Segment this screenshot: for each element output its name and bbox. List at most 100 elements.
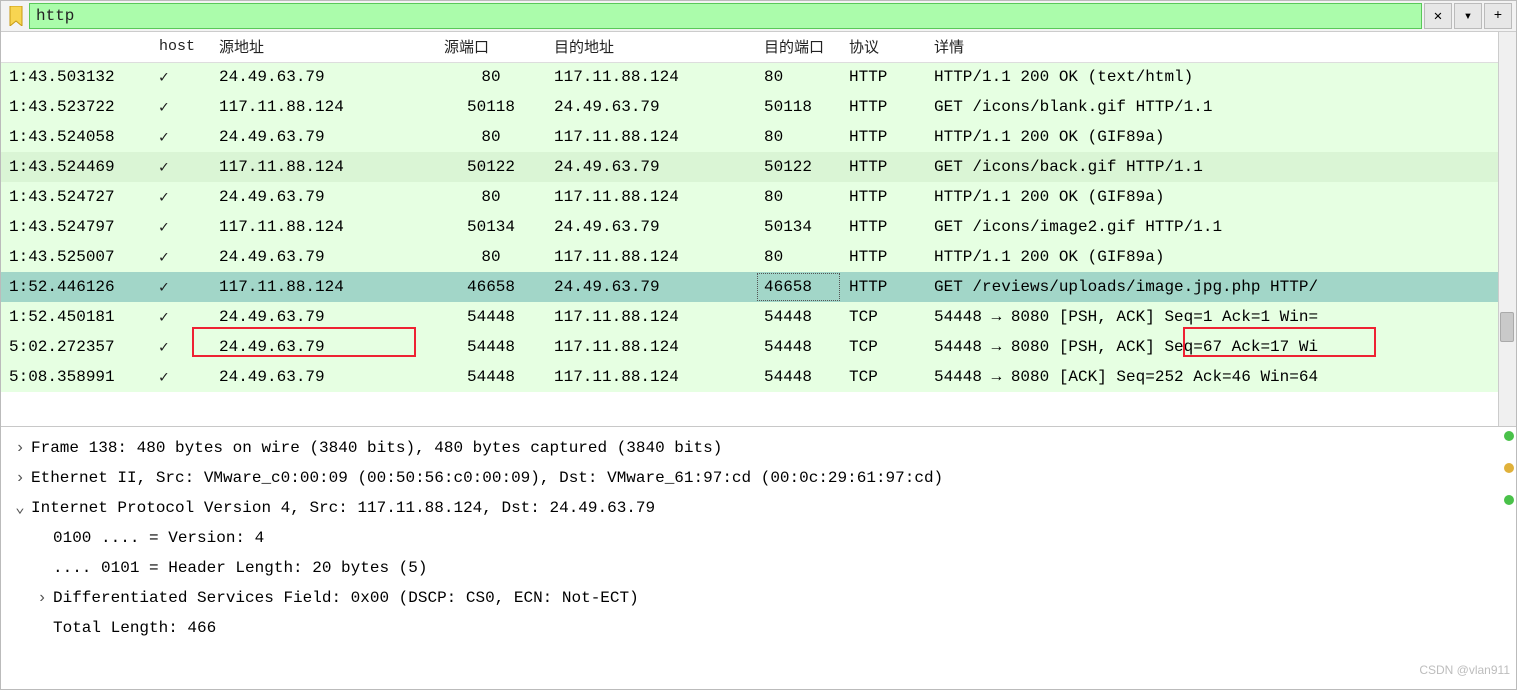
table-cell: 24.49.63.79 <box>546 92 756 122</box>
minimap-dots <box>1504 431 1514 505</box>
table-cell: 80 <box>756 242 841 272</box>
table-row[interactable]: 1:43.503132✓24.49.63.7980117.11.88.12480… <box>1 62 1498 92</box>
tree-ip[interactable]: ⌄ Internet Protocol Version 4, Src: 117.… <box>9 493 1508 523</box>
tree-frame[interactable]: › Frame 138: 480 bytes on wire (3840 bit… <box>9 433 1508 463</box>
table-cell: 1:43.524797 <box>1 212 151 242</box>
col-proto[interactable]: 协议 <box>841 32 926 62</box>
table-cell: 117.11.88.124 <box>546 362 756 392</box>
table-cell: 24.49.63.79 <box>211 62 436 92</box>
table-cell: 80 <box>756 122 841 152</box>
table-cell: 117.11.88.124 <box>546 62 756 92</box>
table-cell: 50118 <box>756 92 841 122</box>
table-cell: 1:43.523722 <box>1 92 151 122</box>
table-cell: 1:52.450181 <box>1 302 151 332</box>
table-row[interactable]: 1:52.450181✓24.49.63.7954448117.11.88.12… <box>1 302 1498 332</box>
filter-history-button[interactable]: ▾ <box>1454 3 1482 29</box>
bookmark-icon[interactable] <box>5 5 27 27</box>
table-cell: TCP <box>841 302 926 332</box>
table-cell: 80 <box>756 62 841 92</box>
filter-toolbar: ✕ ▾ + <box>1 1 1516 32</box>
packet-list-scroll[interactable]: host 源地址 源端口 目的地址 目的端口 协议 详情 1:43.503132… <box>1 32 1516 426</box>
table-cell: 117.11.88.124 <box>546 302 756 332</box>
tree-ip-header-length[interactable]: .... 0101 = Header Length: 20 bytes (5) <box>9 553 1508 583</box>
col-dst[interactable]: 目的地址 <box>546 32 756 62</box>
col-host[interactable]: host <box>151 32 211 62</box>
col-src[interactable]: 源地址 <box>211 32 436 62</box>
col-time[interactable] <box>1 32 151 62</box>
col-sport[interactable]: 源端口 <box>436 32 546 62</box>
table-cell: 117.11.88.124 <box>546 332 756 362</box>
chevron-right-icon[interactable]: › <box>31 583 53 613</box>
tree-ip-version[interactable]: 0100 .... = Version: 4 <box>9 523 1508 553</box>
table-cell: 1:52.446126 <box>1 272 151 302</box>
table-cell: 80 <box>436 62 546 92</box>
table-cell: 117.11.88.124 <box>211 212 436 242</box>
table-cell: HTTP/1.1 200 OK (GIF89a) <box>926 242 1498 272</box>
table-cell: ✓ <box>151 122 211 152</box>
tree-ip-dsf[interactable]: › Differentiated Services Field: 0x00 (D… <box>9 583 1508 613</box>
col-info[interactable]: 详情 <box>926 32 1498 62</box>
watermark: CSDN @vlan911 <box>1419 655 1510 685</box>
table-cell: 1:43.524469 <box>1 152 151 182</box>
table-cell: 5:02.272357 <box>1 332 151 362</box>
table-cell: GET /reviews/uploads/image.jpg.php HTTP/ <box>926 272 1498 302</box>
table-cell: 54448 → 8080 [PSH, ACK] Seq=67 Ack=17 Wi <box>926 332 1498 362</box>
table-row[interactable]: 1:43.524469✓117.11.88.1245012224.49.63.7… <box>1 152 1498 182</box>
tree-ip-total-length[interactable]: Total Length: 466 <box>9 613 1508 643</box>
tree-ethernet[interactable]: › Ethernet II, Src: VMware_c0:00:09 (00:… <box>9 463 1508 493</box>
table-row[interactable]: 1:43.524058✓24.49.63.7980117.11.88.12480… <box>1 122 1498 152</box>
chevron-down-icon[interactable]: ⌄ <box>9 493 31 523</box>
table-row[interactable]: 5:02.272357✓24.49.63.7954448117.11.88.12… <box>1 332 1498 362</box>
table-cell: 24.49.63.79 <box>546 152 756 182</box>
table-cell: 24.49.63.79 <box>546 272 756 302</box>
packet-details-pane[interactable]: › Frame 138: 480 bytes on wire (3840 bit… <box>1 427 1516 689</box>
table-cell: 54448 <box>756 302 841 332</box>
table-cell: 117.11.88.124 <box>211 272 436 302</box>
table-cell: 54448 → 8080 [ACK] Seq=252 Ack=46 Win=64 <box>926 362 1498 392</box>
table-row[interactable]: 1:52.446126✓117.11.88.1244665824.49.63.7… <box>1 272 1498 302</box>
table-cell: HTTP <box>841 92 926 122</box>
table-cell: 24.49.63.79 <box>211 362 436 392</box>
chevron-right-icon[interactable]: › <box>9 463 31 493</box>
table-row[interactable]: 1:43.523722✓117.11.88.1245011824.49.63.7… <box>1 92 1498 122</box>
table-cell: ✓ <box>151 62 211 92</box>
col-dport[interactable]: 目的端口 <box>756 32 841 62</box>
chevron-right-icon[interactable]: › <box>9 433 31 463</box>
table-cell: 50118 <box>436 92 546 122</box>
table-cell: 24.49.63.79 <box>211 122 436 152</box>
table-cell: 54448 → 8080 [PSH, ACK] Seq=1 Ack=1 Win= <box>926 302 1498 332</box>
table-cell: 1:43.524727 <box>1 182 151 212</box>
table-cell: 50122 <box>436 152 546 182</box>
table-cell: 54448 <box>756 362 841 392</box>
table-cell: 5:08.358991 <box>1 362 151 392</box>
table-row[interactable]: 1:43.524727✓24.49.63.7980117.11.88.12480… <box>1 182 1498 212</box>
table-cell: 46658 <box>756 272 841 302</box>
table-cell: ✓ <box>151 92 211 122</box>
clear-filter-button[interactable]: ✕ <box>1424 3 1452 29</box>
table-cell: 24.49.63.79 <box>211 242 436 272</box>
table-cell: HTTP <box>841 152 926 182</box>
table-cell: 24.49.63.79 <box>211 302 436 332</box>
table-row[interactable]: 1:43.525007✓24.49.63.7980117.11.88.12480… <box>1 242 1498 272</box>
packet-scrollbar[interactable] <box>1498 32 1516 426</box>
table-cell: 117.11.88.124 <box>211 152 436 182</box>
table-header-row[interactable]: host 源地址 源端口 目的地址 目的端口 协议 详情 <box>1 32 1498 62</box>
table-cell: ✓ <box>151 212 211 242</box>
table-cell: HTTP/1.1 200 OK (GIF89a) <box>926 182 1498 212</box>
table-row[interactable]: 1:43.524797✓117.11.88.1245013424.49.63.7… <box>1 212 1498 242</box>
tree-label: Total Length: 466 <box>53 613 216 643</box>
table-cell: TCP <box>841 332 926 362</box>
packet-table: host 源地址 源端口 目的地址 目的端口 协议 详情 1:43.503132… <box>1 32 1498 392</box>
table-cell: 50122 <box>756 152 841 182</box>
display-filter-input[interactable] <box>29 3 1422 29</box>
table-cell: ✓ <box>151 182 211 212</box>
table-cell: HTTP/1.1 200 OK (GIF89a) <box>926 122 1498 152</box>
tree-label: Ethernet II, Src: VMware_c0:00:09 (00:50… <box>31 463 943 493</box>
table-cell: HTTP <box>841 212 926 242</box>
table-cell: HTTP <box>841 182 926 212</box>
table-cell: ✓ <box>151 242 211 272</box>
table-cell: 54448 <box>756 332 841 362</box>
add-filter-button[interactable]: + <box>1484 3 1512 29</box>
table-cell: GET /icons/image2.gif HTTP/1.1 <box>926 212 1498 242</box>
table-row[interactable]: 5:08.358991✓24.49.63.7954448117.11.88.12… <box>1 362 1498 392</box>
